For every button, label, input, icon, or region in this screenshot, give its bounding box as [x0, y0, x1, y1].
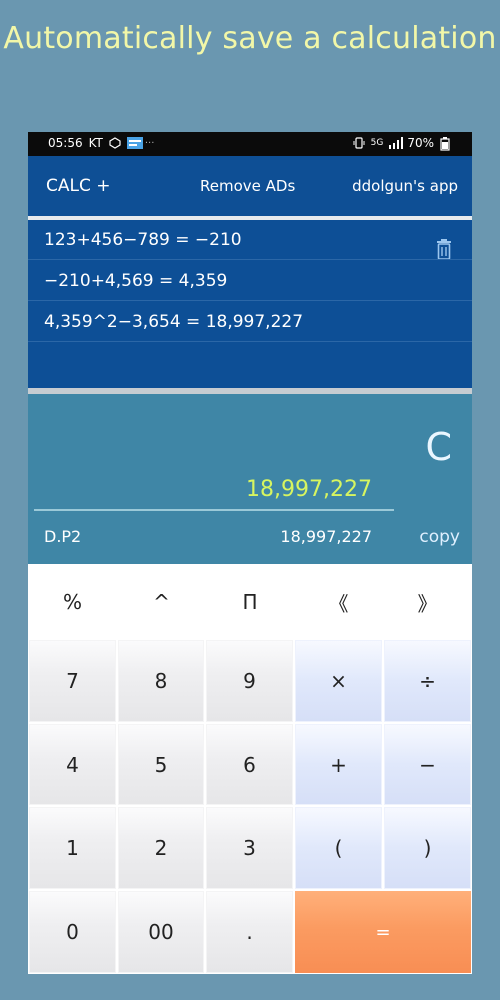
digit-5-key[interactable]: 5 — [118, 724, 204, 805]
history-item-text: 123+456−789 = −210 — [44, 230, 242, 250]
power-key[interactable]: ^ — [117, 564, 206, 640]
display-underline — [34, 509, 394, 511]
battery-icon — [440, 137, 452, 151]
app-notification-icon — [126, 137, 143, 149]
phone-screen: 05:56 KT ··· 5G 70% CALC + Remove ADs dd… — [28, 132, 472, 974]
digit-0-key[interactable]: 0 — [29, 891, 116, 973]
status-carrier: KT — [88, 136, 103, 150]
app-title: CALC + — [46, 176, 111, 196]
history-item[interactable]: 123+456−789 = −210 — [28, 220, 472, 260]
close-paren-key[interactable]: ) — [384, 807, 471, 889]
digit-9-key[interactable]: 9 — [206, 640, 293, 722]
battery-percent: 70% — [407, 136, 434, 150]
percent-key[interactable]: % — [28, 564, 117, 640]
digit-7-key[interactable]: 7 — [29, 640, 116, 722]
network-type-label: 5G — [370, 138, 384, 148]
history-item[interactable]: 4,359^2−3,654 = 18,997,227 — [28, 302, 472, 342]
double-zero-key[interactable]: 00 — [118, 891, 204, 973]
divide-key[interactable]: ÷ — [384, 640, 471, 722]
status-time: 05:56 — [48, 136, 83, 150]
multiply-key[interactable]: × — [295, 640, 382, 722]
copy-button[interactable]: copy — [419, 520, 460, 554]
history-item-text: −210+4,569 = 4,359 — [44, 271, 228, 291]
keypad: % ^ Π 《 》 7 8 9 × ÷ 4 5 6 + − 1 2 3 ( ) … — [28, 564, 472, 974]
digit-4-key[interactable]: 4 — [29, 724, 116, 805]
minus-key[interactable]: − — [384, 724, 471, 805]
digit-1-key[interactable]: 1 — [29, 807, 116, 889]
more-notifications-icon: ··· — [144, 137, 155, 149]
digit-6-key[interactable]: 6 — [206, 724, 293, 805]
status-bar: 05:56 KT ··· 5G 70% — [28, 132, 472, 156]
secondary-result: 18,997,227 — [280, 527, 372, 546]
cursor-left-key[interactable]: 《 — [294, 564, 383, 640]
open-paren-key[interactable]: ( — [295, 807, 382, 889]
promo-headline: Automatically save a calculation — [3, 21, 497, 56]
pi-key[interactable]: Π — [206, 564, 294, 640]
equals-key[interactable]: = — [295, 891, 471, 973]
decimal-places-toggle[interactable]: D.P2 — [44, 520, 81, 554]
vibrate-icon — [353, 137, 365, 149]
digit-3-key[interactable]: 3 — [206, 807, 293, 889]
display-panel: C 18,997,227 D.P2 18,997,227 copy — [28, 394, 472, 564]
history-list: 123+456−789 = −210 −210+4,569 = 4,359 4,… — [28, 220, 472, 388]
remove-ads-button[interactable]: Remove ADs — [200, 156, 295, 216]
cursor-right-key[interactable]: 》 — [383, 564, 472, 640]
digit-8-key[interactable]: 8 — [118, 640, 204, 722]
history-item-text: 4,359^2−3,654 = 18,997,227 — [44, 312, 304, 332]
digit-2-key[interactable]: 2 — [118, 807, 204, 889]
developer-link[interactable]: ddolgun's app — [352, 156, 458, 216]
history-item[interactable]: −210+4,569 = 4,359 — [28, 261, 472, 301]
sync-icon — [109, 137, 121, 149]
plus-key[interactable]: + — [295, 724, 382, 805]
signal-icon — [389, 137, 404, 149]
app-bar: CALC + Remove ADs ddolgun's app — [28, 156, 472, 216]
clear-button[interactable]: C — [425, 422, 452, 472]
decimal-point-key[interactable]: . — [206, 891, 293, 973]
